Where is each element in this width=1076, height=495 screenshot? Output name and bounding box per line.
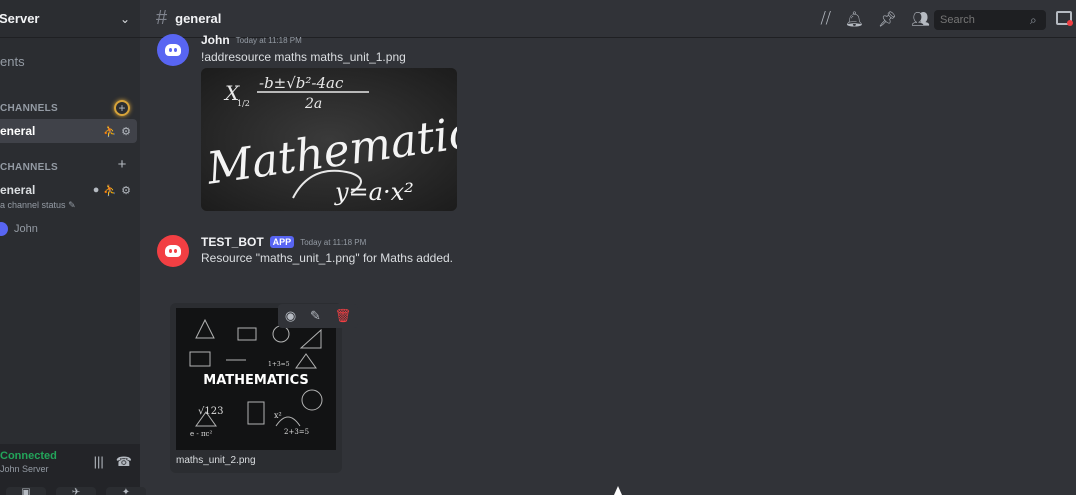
avatar[interactable] <box>157 235 189 267</box>
pencil-icon[interactable]: ✎ <box>310 308 321 324</box>
voice-server-name: John Server <box>0 464 49 474</box>
pencil-icon[interactable]: ✎ <box>68 200 76 210</box>
server-header[interactable]: Server ⌄ <box>0 0 140 38</box>
attachment-filename: maths_unit_2.png <box>176 455 256 466</box>
chalk-formula-top: -b±√b²-4ac <box>259 74 344 92</box>
chalk-x-sub: 1/2 <box>237 99 250 108</box>
timestamp: Today at 11:18 PM <box>235 35 302 45</box>
attachment-image-text: √123 <box>198 406 223 417</box>
author-name[interactable]: TEST_BOT <box>201 235 264 249</box>
attachment-image-text: 2+3=5 <box>284 428 309 436</box>
hash-icon: # <box>156 7 168 29</box>
soundboard-button[interactable]: ✦ <box>106 487 146 495</box>
inbox-icon[interactable] <box>1056 11 1073 26</box>
camera-button[interactable]: ▣ <box>6 487 46 495</box>
voice-user-name: John <box>14 223 38 235</box>
attachment-image-text: x² <box>274 411 282 420</box>
chat-bubble-icon[interactable]: ● <box>93 184 100 197</box>
member-list-icon[interactable]: 👥︎ <box>911 10 930 28</box>
chalk-formula-den: 2a <box>304 96 322 112</box>
threads-icon[interactable]: ⧸⧸ <box>821 10 831 28</box>
gear-icon[interactable]: ⚙ <box>121 184 131 197</box>
message-image[interactable]: X 1/2 -b±√b²-4ac 2a Mathematics y=a·x² <box>201 68 457 211</box>
channel-title: general <box>175 11 222 26</box>
chalk-equation: y=a·x² <box>334 178 414 206</box>
search-box[interactable]: ⌕ <box>934 10 1046 30</box>
channel-sidebar: Server ⌄ ents CHANNELS + eneral ⛹ ⚙ CHAN… <box>0 0 146 495</box>
attachment-actions: ◉ ✎ 🗑︎ <box>278 304 358 328</box>
trash-icon[interactable]: 🗑︎ <box>335 308 352 324</box>
attachment-preview[interactable]: MATHEMATICS √123 e - πc² 1+3=5 x² 2+3=5 … <box>170 303 358 473</box>
create-channel-icon[interactable]: + <box>114 100 130 116</box>
attachment-image-text: e - πc² <box>190 430 212 438</box>
server-name: Server <box>0 11 40 26</box>
voice-connection-panel: Connected John Server ||| ☎ ▣ ✈ ✦ <box>0 444 146 495</box>
search-input[interactable] <box>940 14 1030 26</box>
voice-channels-category[interactable]: CHANNELS <box>0 162 58 173</box>
gear-icon[interactable]: ⚙ <box>121 125 131 138</box>
author-name[interactable]: John <box>201 33 230 47</box>
attachment-image: MATHEMATICS √123 e - πc² 1+3=5 x² 2+3=5 <box>176 308 336 450</box>
app-badge: APP <box>269 236 295 248</box>
eye-icon[interactable]: ◉ <box>285 308 296 324</box>
activity-button[interactable]: ✈ <box>56 487 96 495</box>
channel-label: eneral <box>0 124 36 138</box>
mouse-cursor <box>614 486 622 495</box>
channel-item-general-voice[interactable]: eneral ● ⛹ ⚙ <box>0 178 137 202</box>
disconnect-icon[interactable]: ☎ <box>116 454 132 470</box>
voice-status[interactable]: Connected <box>0 450 57 462</box>
chevron-down-icon[interactable]: ⌄ <box>120 12 130 26</box>
channel-label: eneral <box>0 183 36 197</box>
bell-icon[interactable]: 🔔︎ <box>845 10 864 28</box>
avatar[interactable] <box>157 34 189 66</box>
avatar <box>0 222 8 236</box>
message-text: Resource "maths_unit_1.png" for Maths ad… <box>201 251 453 265</box>
noise-suppression-icon[interactable]: ||| <box>94 454 104 470</box>
pin-icon[interactable]: 📌︎ <box>878 10 897 28</box>
add-member-icon[interactable]: ⛹ <box>103 184 117 197</box>
timestamp: Today at 11:18 PM <box>300 237 367 247</box>
attachment-image-text: 1+3=5 <box>268 361 290 368</box>
add-member-icon[interactable]: ⛹ <box>103 125 117 138</box>
message-text: !addresource maths maths_unit_1.png <box>201 50 406 64</box>
text-channels-category[interactable]: CHANNELS <box>0 103 58 114</box>
channel-status[interactable]: a channel status ✎ <box>0 200 76 211</box>
attachment-image-word: MATHEMATICS <box>203 373 308 388</box>
voice-user[interactable]: John <box>0 222 38 236</box>
create-voice-channel-icon[interactable]: + <box>114 157 130 174</box>
events-item[interactable]: ents <box>0 54 25 69</box>
search-icon: ⌕ <box>1030 12 1037 27</box>
channel-item-general-text[interactable]: eneral ⛹ ⚙ <box>0 119 137 143</box>
